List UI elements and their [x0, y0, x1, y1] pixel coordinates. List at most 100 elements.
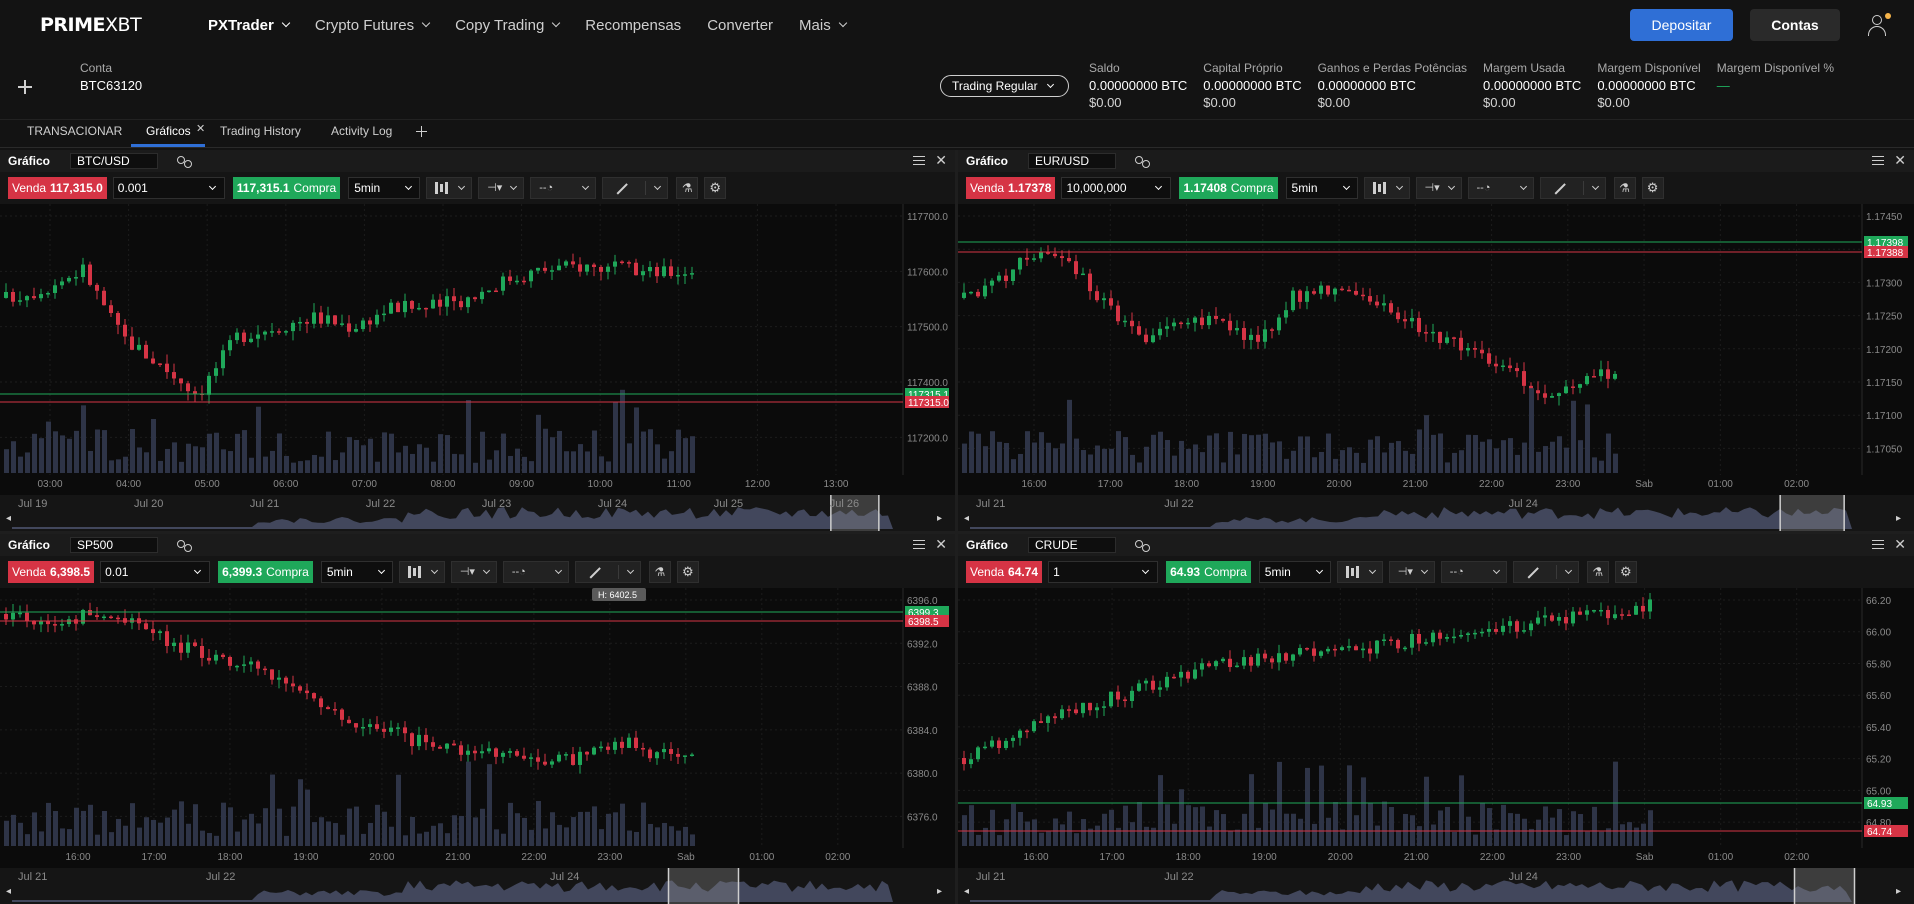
drawing-tools-button[interactable]	[1512, 561, 1579, 583]
compare-icon[interactable]	[176, 538, 192, 552]
candle	[1298, 648, 1302, 655]
chart-type-button[interactable]	[1363, 177, 1410, 199]
drawing-tools-button[interactable]	[1539, 177, 1606, 199]
price-chart[interactable]: 1.174501.173501.173001.172501.172001.171…	[958, 204, 1914, 531]
close-panel-icon[interactable]: ✕	[1894, 152, 1906, 169]
flask-icon[interactable]: ⚗	[1586, 561, 1609, 583]
tab-graficos[interactable]: Gráficos	[146, 124, 191, 138]
nav-item-copy-trading[interactable]: Copy Trading	[455, 17, 561, 34]
symbol-input[interactable]: CRUDE	[1028, 537, 1116, 553]
close-panel-icon[interactable]: ✕	[935, 536, 947, 553]
chart-type-button[interactable]	[1336, 561, 1383, 583]
timeframe-select[interactable]: 5min	[320, 561, 393, 583]
candle	[81, 264, 85, 278]
quantity-select[interactable]: 0.01	[100, 561, 211, 583]
candle	[179, 378, 183, 384]
sell-button[interactable]: Venda 6,398.5	[8, 561, 95, 583]
buy-button[interactable]: 117,315.1 Compra	[232, 177, 341, 199]
compare-icon[interactable]	[1134, 538, 1150, 552]
navigator-right-arrow[interactable]: ▸	[937, 886, 942, 897]
symbol-input[interactable]: BTC/USD	[70, 153, 158, 169]
navigator-selection[interactable]	[1780, 495, 1845, 531]
nav-item-mais[interactable]: Mais	[799, 17, 847, 34]
trading-mode-select[interactable]: Trading Regular	[940, 75, 1069, 97]
navigator-left-arrow[interactable]: ◂	[964, 886, 969, 897]
tab-activity-log[interactable]: Activity Log	[331, 124, 392, 138]
volume-bar	[347, 437, 352, 473]
timeframe-select[interactable]: 5min	[1285, 177, 1358, 199]
gear-icon[interactable]: ⚙	[1614, 561, 1637, 583]
navigator-left-arrow[interactable]: ◂	[964, 513, 969, 524]
panel-menu-icon[interactable]	[913, 156, 925, 165]
nav-item-converter[interactable]: Converter	[707, 17, 773, 34]
tab-transacionar[interactable]: TRANSACIONAR	[27, 124, 122, 138]
nav-item-pxtrader[interactable]: PXTrader	[208, 17, 291, 34]
drawing-tools-button[interactable]	[574, 561, 641, 583]
navigator-left-arrow[interactable]: ◂	[6, 513, 11, 524]
panel-menu-icon[interactable]	[1872, 540, 1884, 549]
quantity-select[interactable]: 0.001	[112, 177, 225, 199]
symbol-input[interactable]: EUR/USD	[1028, 153, 1116, 169]
sell-button[interactable]: Venda 64.74	[966, 561, 1043, 583]
gear-icon[interactable]: ⚙	[704, 177, 727, 199]
close-panel-icon[interactable]: ✕	[1894, 536, 1906, 553]
symbol-input[interactable]: SP500	[70, 537, 158, 553]
buy-button[interactable]: 1.17408 Compra	[1179, 177, 1278, 199]
chart-type-button[interactable]	[398, 561, 445, 583]
volume-bar	[1305, 436, 1310, 473]
add-account-plus-icon[interactable]	[18, 80, 32, 94]
gear-icon[interactable]: ⚙	[1641, 177, 1664, 199]
candle	[1060, 256, 1064, 259]
accounts-button[interactable]: Contas	[1750, 9, 1840, 41]
panel-menu-icon[interactable]	[913, 540, 925, 549]
candle	[256, 334, 260, 339]
flask-icon[interactable]: ⚗	[1613, 177, 1636, 199]
nav-item-crypto-futures[interactable]: Crypto Futures	[315, 17, 431, 34]
quantity-select[interactable]: 1	[1048, 561, 1159, 583]
navigator-right-arrow[interactable]: ▸	[1896, 513, 1901, 524]
compare-icon[interactable]	[1134, 154, 1150, 168]
user-profile-icon[interactable]	[1866, 13, 1891, 36]
nav-item-recompensas[interactable]: Recompensas	[585, 17, 681, 34]
prime-xbt-logo[interactable]: PRIMEXBT	[40, 14, 208, 36]
time-range-button[interactable]: --◔	[502, 561, 569, 583]
price-chart[interactable]: 117700.0 117600.0 117500.0 117400.0 117200.0…	[0, 204, 955, 531]
flask-icon[interactable]: ⚗	[676, 177, 699, 199]
drawing-tools-button[interactable]	[602, 177, 669, 199]
time-range-button[interactable]: --◔	[1440, 561, 1507, 583]
panel-divider[interactable]	[955, 150, 958, 904]
flask-icon[interactable]: ⚗	[648, 561, 671, 583]
timeframe-select[interactable]: 5min	[348, 177, 421, 199]
indicators-button[interactable]: ⊣▾	[478, 177, 525, 199]
indicators-button[interactable]: ⊣▾	[1388, 561, 1435, 583]
tab-trading-history[interactable]: Trading History	[220, 124, 301, 138]
chart-type-button[interactable]	[426, 177, 473, 199]
time-range-button[interactable]: --◔	[1467, 177, 1534, 199]
navigator-left-arrow[interactable]: ◂	[6, 886, 11, 897]
price-chart[interactable]: 6396.0 6392.0 6388.0 6384.0 6380.0 6376.0 16:0…	[0, 588, 955, 904]
timeframe-select[interactable]: 5min	[1258, 561, 1331, 583]
indicators-button[interactable]: ⊣▾	[450, 561, 497, 583]
indicators-button[interactable]: ⊣▾	[1415, 177, 1462, 199]
compare-icon[interactable]	[176, 154, 192, 168]
price-chart[interactable]: 66.2066.0065.8065.6065.4065.2065.0064.80…	[958, 588, 1914, 904]
buy-button[interactable]: 64.93 Compra	[1166, 561, 1251, 583]
close-panel-icon[interactable]: ✕	[935, 152, 947, 169]
navigator-selection[interactable]	[1794, 868, 1855, 904]
add-tab-plus-icon[interactable]	[416, 126, 427, 137]
navigator-selection[interactable]	[668, 868, 739, 904]
gear-icon[interactable]: ⚙	[676, 561, 699, 583]
quantity-select[interactable]: 10,000,000	[1061, 177, 1172, 199]
panel-menu-icon[interactable]	[1872, 156, 1884, 165]
buy-button[interactable]: 6,399.3 Compra	[218, 561, 313, 583]
time-tick-label: 20:00	[1328, 852, 1353, 863]
candle	[102, 616, 106, 619]
close-tab-icon[interactable]: ✕	[196, 122, 205, 135]
sell-button[interactable]: Venda 117,315.0	[8, 177, 107, 199]
deposit-button[interactable]: Depositar	[1630, 9, 1733, 41]
navigator-right-arrow[interactable]: ▸	[937, 513, 942, 524]
time-range-button[interactable]: --◔	[530, 177, 597, 199]
sell-button[interactable]: Venda 1.17378	[966, 177, 1056, 199]
navigator-right-arrow[interactable]: ▸	[1896, 886, 1901, 897]
panel-divider[interactable]	[0, 531, 1914, 534]
